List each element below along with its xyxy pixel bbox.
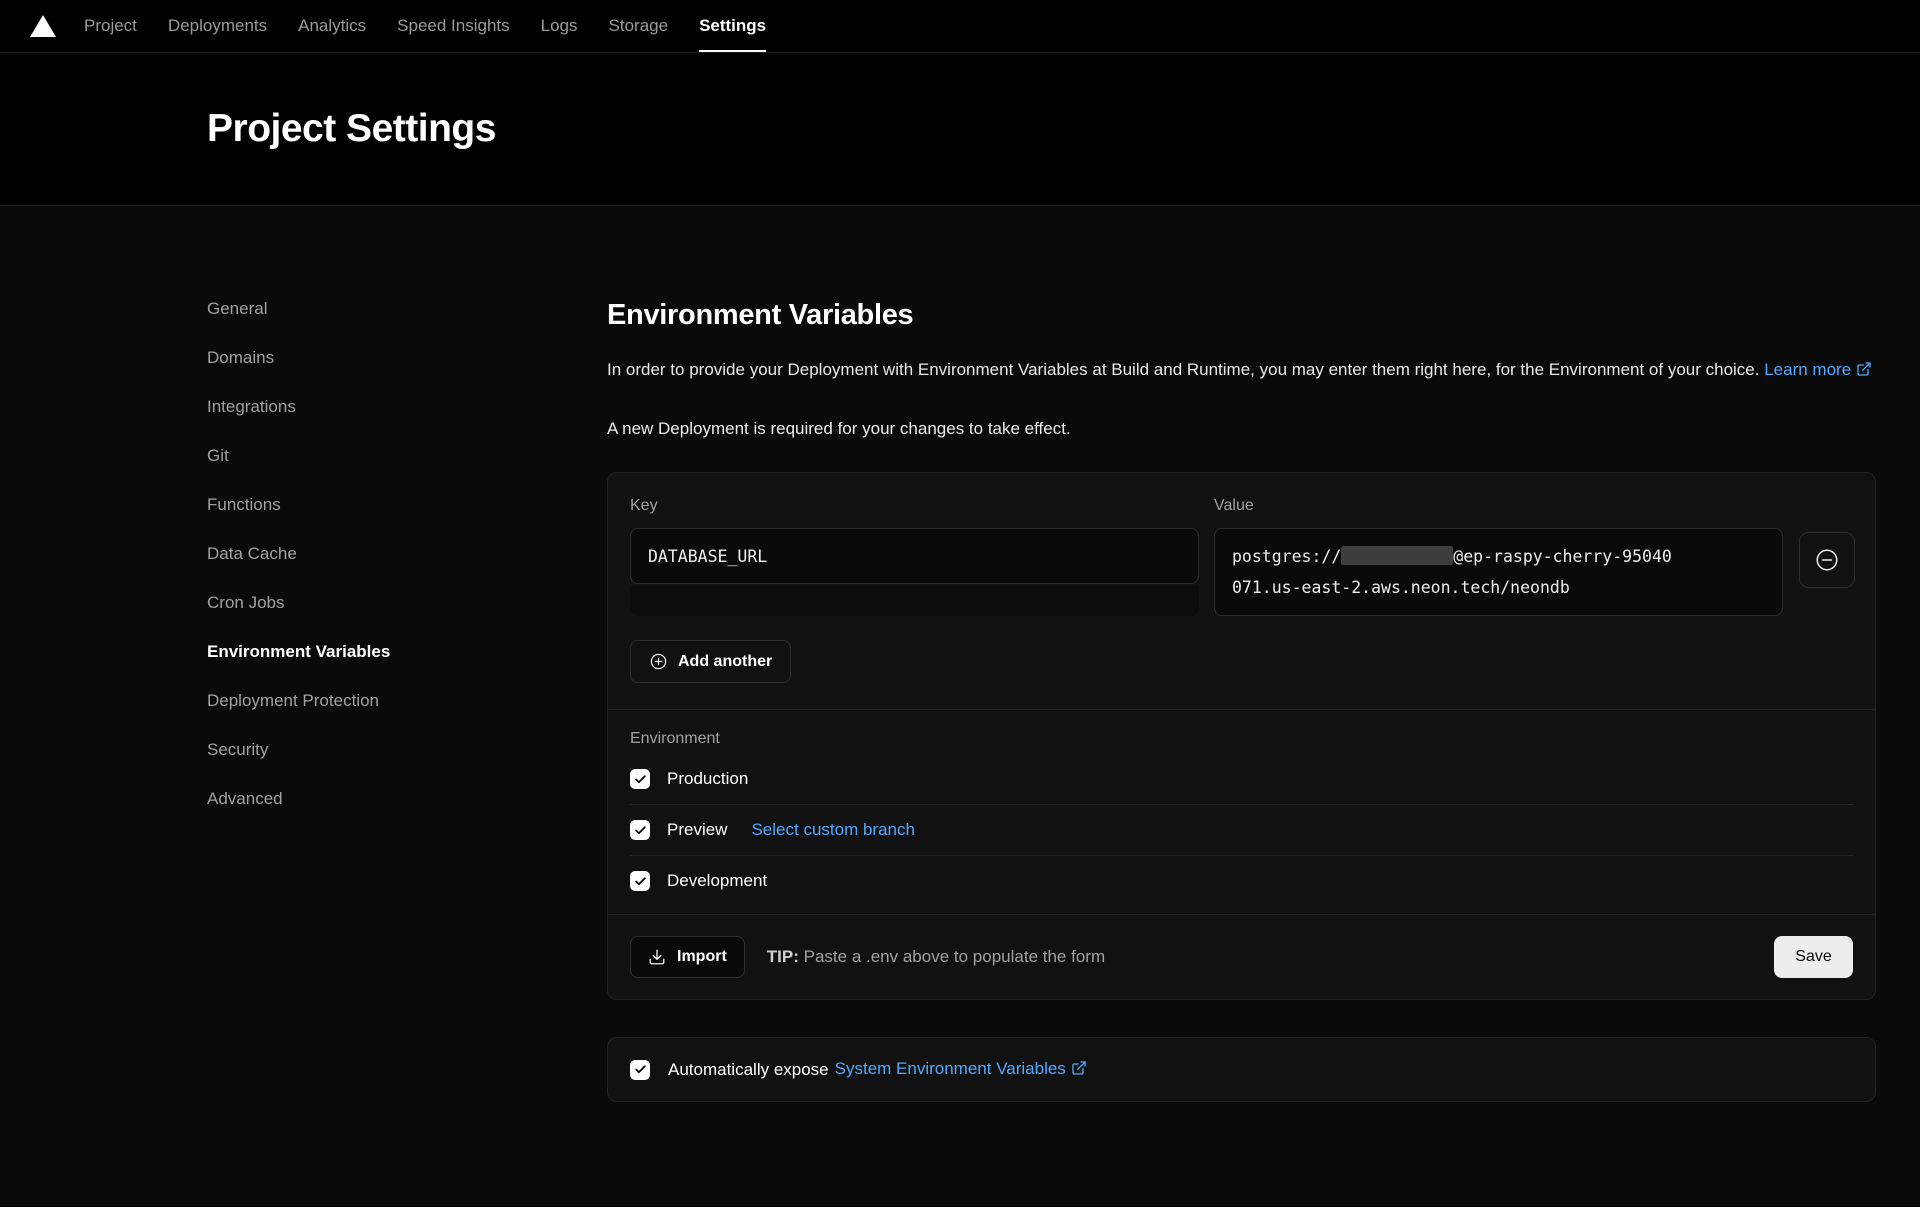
value-input[interactable]: postgres://@ep-raspy-cherry-95040 071.us…	[1214, 528, 1783, 616]
card-footer: Import TIP: Paste a .env above to popula…	[608, 915, 1875, 999]
auto-expose-card: Automatically expose System Environment …	[607, 1037, 1876, 1102]
auto-expose-text: Automatically expose	[668, 1060, 829, 1080]
remove-row-button[interactable]	[1799, 532, 1855, 588]
description-text: In order to provide your Deployment with…	[607, 360, 1759, 379]
sidebar-item-functions[interactable]: Functions	[207, 495, 281, 515]
development-label: Development	[667, 871, 767, 891]
production-checkbox[interactable]	[630, 769, 650, 789]
section-title: Environment Variables	[607, 299, 1876, 332]
external-link-icon	[1856, 356, 1872, 388]
env-row-development: Development	[630, 856, 1853, 906]
nav-tab-logs[interactable]: Logs	[541, 0, 578, 52]
settings-sidebar: General Domains Integrations Git Functio…	[207, 299, 607, 1206]
learn-more-link[interactable]: Learn more	[1764, 360, 1872, 379]
sidebar-item-advanced[interactable]: Advanced	[207, 789, 283, 809]
key-value: DATABASE_URL	[648, 547, 767, 566]
key-input-extra-row[interactable]	[630, 586, 1199, 616]
preview-checkbox[interactable]	[630, 820, 650, 840]
key-label: Key	[630, 497, 1199, 515]
auto-expose-checkbox[interactable]	[630, 1060, 650, 1080]
add-another-button[interactable]: Add another	[630, 640, 791, 683]
nav-tab-analytics[interactable]: Analytics	[298, 0, 366, 52]
nav-tab-settings[interactable]: Settings	[699, 0, 766, 52]
env-row-preview: Preview Select custom branch	[630, 805, 1853, 856]
production-label: Production	[667, 769, 748, 789]
main-area: General Domains Integrations Git Functio…	[0, 206, 1920, 1206]
sidebar-item-cron-jobs[interactable]: Cron Jobs	[207, 593, 284, 613]
env-row-production: Production	[630, 754, 1853, 805]
select-custom-branch-link[interactable]: Select custom branch	[751, 820, 914, 840]
nav-tab-speed-insights[interactable]: Speed Insights	[397, 0, 509, 52]
circle-minus-icon	[1814, 547, 1840, 573]
system-env-vars-link[interactable]: System Environment Variables	[835, 1059, 1087, 1081]
value-label: Value	[1214, 497, 1783, 515]
external-link-icon	[1071, 1060, 1087, 1081]
download-icon	[648, 948, 666, 966]
system-env-vars-label: System Environment Variables	[835, 1059, 1066, 1078]
development-checkbox[interactable]	[630, 871, 650, 891]
sidebar-item-environment-variables[interactable]: Environment Variables	[207, 642, 390, 662]
environment-checkboxes: Environment Production Preview Select cu…	[608, 710, 1875, 914]
sidebar-item-domains[interactable]: Domains	[207, 348, 274, 368]
deployment-note: A new Deployment is required for your ch…	[607, 419, 1876, 439]
section-description: In order to provide your Deployment with…	[607, 354, 1876, 388]
nav-tab-deployments[interactable]: Deployments	[168, 0, 267, 52]
key-input[interactable]: DATABASE_URL	[630, 528, 1199, 584]
sidebar-item-general[interactable]: General	[207, 299, 267, 319]
env-var-form: Key DATABASE_URL Value postgres://@ep-ra…	[608, 473, 1875, 709]
env-vars-card: Key DATABASE_URL Value postgres://@ep-ra…	[607, 472, 1876, 1000]
import-tip: TIP: Paste a .env above to populate the …	[767, 947, 1105, 967]
circle-plus-icon	[649, 652, 668, 671]
value-line-2: 071.us-east-2.aws.neon.tech/neondb	[1232, 572, 1765, 603]
environment-variables-section: Environment Variables In order to provid…	[607, 299, 1876, 1206]
import-label: Import	[677, 948, 727, 966]
nav-tab-storage[interactable]: Storage	[609, 0, 669, 52]
redacted-credentials	[1341, 546, 1453, 565]
sidebar-item-security[interactable]: Security	[207, 740, 268, 760]
learn-more-label: Learn more	[1764, 360, 1851, 379]
page-header: Project Settings	[0, 53, 1920, 206]
sidebar-item-data-cache[interactable]: Data Cache	[207, 544, 297, 564]
vercel-logo[interactable]	[30, 0, 56, 52]
sidebar-item-deployment-protection[interactable]: Deployment Protection	[207, 691, 379, 711]
page-title: Project Settings	[207, 107, 496, 151]
nav-tab-project[interactable]: Project	[84, 0, 137, 52]
sidebar-item-git[interactable]: Git	[207, 446, 229, 466]
add-another-label: Add another	[678, 653, 772, 671]
sidebar-item-integrations[interactable]: Integrations	[207, 397, 296, 417]
preview-label: Preview	[667, 820, 727, 840]
nav-tabs: Project Deployments Analytics Speed Insi…	[84, 0, 766, 52]
environment-label: Environment	[630, 730, 1853, 748]
value-line-1: postgres://@ep-raspy-cherry-95040	[1232, 541, 1765, 572]
import-button[interactable]: Import	[630, 936, 745, 978]
save-button[interactable]: Save	[1774, 936, 1853, 978]
vercel-triangle-icon	[30, 15, 56, 37]
top-navigation: Project Deployments Analytics Speed Insi…	[0, 0, 1920, 53]
